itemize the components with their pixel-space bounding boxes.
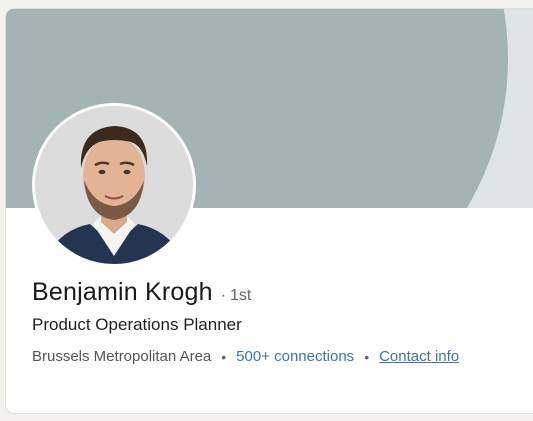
avatar[interactable] bbox=[32, 103, 196, 267]
contact-info-link[interactable]: Contact info bbox=[379, 348, 459, 365]
profile-meta: Brussels Metropolitan Area • 500+ connec… bbox=[32, 348, 459, 365]
profile-photo bbox=[35, 106, 193, 264]
profile-headline: Product Operations Planner bbox=[32, 315, 242, 334]
separator-bullet: • bbox=[221, 348, 227, 365]
profile-name: Benjamin Krogh bbox=[32, 278, 213, 306]
name-row: Benjamin Krogh · 1st bbox=[32, 278, 251, 307]
separator-bullet: • bbox=[364, 348, 370, 365]
person-photo-icon bbox=[35, 106, 193, 264]
profile-card: Benjamin Krogh · 1st Product Operations P… bbox=[6, 9, 533, 413]
connections-link[interactable]: 500+ connections bbox=[236, 348, 354, 365]
connection-degree: · 1st bbox=[220, 287, 252, 304]
location-text: Brussels Metropolitan Area bbox=[32, 348, 212, 365]
